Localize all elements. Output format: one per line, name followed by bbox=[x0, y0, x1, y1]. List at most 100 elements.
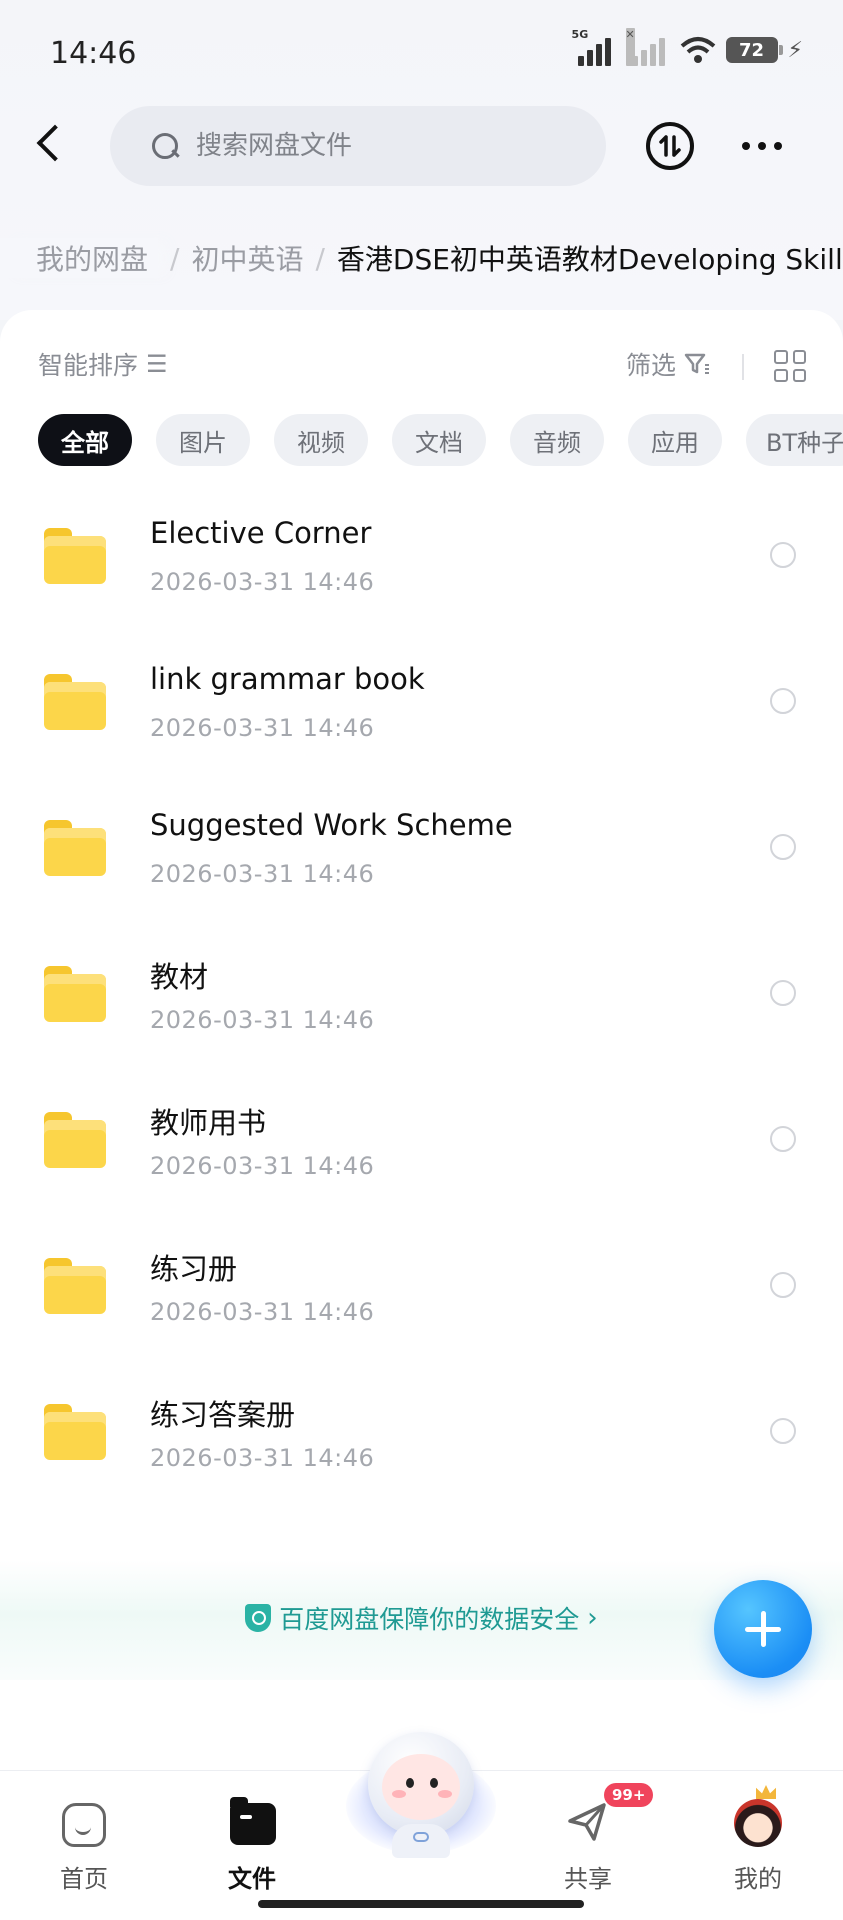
security-notice-text: 百度网盘保障你的数据安全 bbox=[279, 1605, 580, 1634]
status-bar: 14:46 5G ✕ 72 ⚡ bbox=[0, 0, 843, 100]
transfer-list-button[interactable] bbox=[646, 122, 694, 170]
avatar bbox=[734, 1799, 782, 1847]
file-date: 2026-03-31 14:46 bbox=[150, 860, 375, 888]
file-name: 练习答案册 bbox=[150, 1398, 296, 1432]
grid-view-icon bbox=[774, 350, 788, 364]
crown-icon bbox=[756, 1785, 776, 1799]
toolbar-divider bbox=[742, 354, 744, 380]
file-name: Elective Corner bbox=[150, 516, 372, 550]
folder-icon bbox=[44, 1258, 106, 1314]
nav-share-label: 共享 bbox=[564, 1865, 612, 1893]
filter-label: 筛选 bbox=[626, 351, 677, 380]
cloud-logo-icon bbox=[413, 1832, 429, 1842]
sort-toolbar: 智能排序 ☰ 筛选 bbox=[0, 346, 843, 396]
nav-files-label: 文件 bbox=[228, 1865, 276, 1893]
file-row[interactable]: 教师用书 2026-03-31 14:46 bbox=[0, 1070, 843, 1216]
mascot-assistant-button[interactable] bbox=[342, 1728, 500, 1858]
tab-all[interactable]: 全部 bbox=[38, 414, 132, 466]
status-icons: 5G ✕ 72 ⚡ bbox=[572, 28, 803, 66]
breadcrumb-separator: / bbox=[315, 241, 325, 275]
select-checkbox[interactable] bbox=[770, 542, 796, 568]
select-checkbox[interactable] bbox=[770, 1418, 796, 1444]
file-date: 2026-03-31 14:46 bbox=[150, 1006, 375, 1034]
folder-icon bbox=[44, 820, 106, 876]
grid-view-button[interactable] bbox=[774, 350, 806, 382]
cellular-signal-2-icon: ✕ bbox=[625, 28, 670, 66]
file-row[interactable]: link grammar book 2026-03-31 14:46 bbox=[0, 632, 843, 778]
tab-videos[interactable]: 视频 bbox=[274, 414, 368, 466]
nav-files[interactable]: 文件 bbox=[192, 1791, 312, 1901]
search-input[interactable] bbox=[196, 131, 556, 161]
chevron-right-icon: › bbox=[587, 1603, 598, 1633]
file-name: 练习册 bbox=[150, 1252, 238, 1286]
nav-home-label: 首页 bbox=[60, 1865, 108, 1893]
select-checkbox[interactable] bbox=[770, 834, 796, 860]
file-row[interactable]: 教材 2026-03-31 14:46 bbox=[0, 924, 843, 1070]
file-list: Elective Corner 2026-03-31 14:46 link gr… bbox=[0, 486, 843, 1508]
back-button[interactable] bbox=[28, 120, 78, 170]
battery-icon: 72 bbox=[725, 37, 783, 63]
file-name: 教师用书 bbox=[150, 1106, 267, 1140]
folder-icon bbox=[44, 674, 106, 730]
tab-apps[interactable]: 应用 bbox=[628, 414, 722, 466]
file-date: 2026-03-31 14:46 bbox=[150, 1152, 375, 1180]
nav-me[interactable]: 我的 bbox=[698, 1785, 818, 1901]
send-icon bbox=[564, 1799, 610, 1845]
folder-icon bbox=[44, 1112, 106, 1168]
filter-icon bbox=[684, 351, 710, 377]
folder-icon bbox=[44, 966, 106, 1022]
nav-me-label: 我的 bbox=[734, 1865, 782, 1893]
folder-tab-icon bbox=[230, 1797, 276, 1845]
file-date: 2026-03-31 14:46 bbox=[150, 1298, 375, 1326]
sort-button[interactable]: 智能排序 ☰ bbox=[38, 346, 168, 382]
file-name: Suggested Work Scheme bbox=[150, 808, 513, 842]
breadcrumb-item-parent[interactable]: 初中英语 bbox=[191, 238, 303, 278]
search-icon bbox=[150, 131, 180, 161]
file-row[interactable]: Elective Corner 2026-03-31 14:46 bbox=[0, 486, 843, 632]
shield-icon bbox=[245, 1604, 272, 1632]
home-icon bbox=[62, 1803, 106, 1847]
search-bar[interactable] bbox=[110, 106, 606, 186]
tab-images[interactable]: 图片 bbox=[156, 414, 250, 466]
file-name: 教材 bbox=[150, 960, 209, 994]
more-button[interactable] bbox=[738, 124, 786, 168]
breadcrumb: 我的网盘 / 初中英语 / 香港DSE初中英语教材Developing Skil… bbox=[0, 228, 843, 288]
sort-label: 智能排序 bbox=[38, 351, 139, 380]
transfer-list-icon bbox=[659, 135, 681, 157]
more-icon-dot bbox=[774, 142, 782, 150]
tab-bt-torrents[interactable]: BT种子 bbox=[746, 414, 843, 466]
folder-icon bbox=[44, 528, 106, 584]
add-button[interactable] bbox=[714, 1580, 812, 1678]
filter-button[interactable]: 筛选 bbox=[626, 346, 710, 382]
tab-audio[interactable]: 音频 bbox=[510, 414, 604, 466]
wifi-icon bbox=[680, 37, 715, 63]
header bbox=[0, 100, 843, 200]
folder-icon bbox=[44, 1404, 106, 1460]
nav-share[interactable]: 99+ 共享 bbox=[528, 1783, 654, 1901]
select-checkbox[interactable] bbox=[770, 1272, 796, 1298]
status-time: 14:46 bbox=[50, 36, 137, 71]
file-date: 2026-03-31 14:46 bbox=[150, 568, 375, 596]
sort-icon: ☰ bbox=[146, 350, 168, 378]
cellular-signal-icon: 5G bbox=[572, 28, 616, 66]
file-row[interactable]: 练习答案册 2026-03-31 14:46 bbox=[0, 1362, 843, 1508]
home-indicator[interactable] bbox=[258, 1900, 584, 1908]
select-checkbox[interactable] bbox=[770, 980, 796, 1006]
select-checkbox[interactable] bbox=[770, 688, 796, 714]
file-row[interactable]: 练习册 2026-03-31 14:46 bbox=[0, 1216, 843, 1362]
file-panel: 智能排序 ☰ 筛选 全部 图片 视频 文档 音频 应用 BT种子 Electiv… bbox=[0, 310, 843, 1770]
select-checkbox[interactable] bbox=[770, 1126, 796, 1152]
file-name: link grammar book bbox=[150, 662, 425, 696]
breadcrumb-item-current: 香港DSE初中英语教材Developing Skills bbox=[336, 243, 843, 276]
more-icon-dot bbox=[742, 142, 750, 150]
breadcrumb-separator: / bbox=[170, 241, 180, 275]
category-tabs: 全部 图片 视频 文档 音频 应用 BT种子 bbox=[38, 414, 843, 466]
share-badge: 99+ bbox=[604, 1783, 654, 1807]
tab-documents[interactable]: 文档 bbox=[392, 414, 486, 466]
breadcrumb-item-root[interactable]: 我的网盘 bbox=[0, 238, 159, 278]
file-row[interactable]: Suggested Work Scheme 2026-03-31 14:46 bbox=[0, 778, 843, 924]
charging-icon: ⚡ bbox=[787, 37, 803, 63]
more-icon-dot bbox=[758, 142, 766, 150]
nav-home[interactable]: 首页 bbox=[24, 1791, 144, 1901]
battery-level: 72 bbox=[739, 39, 765, 61]
